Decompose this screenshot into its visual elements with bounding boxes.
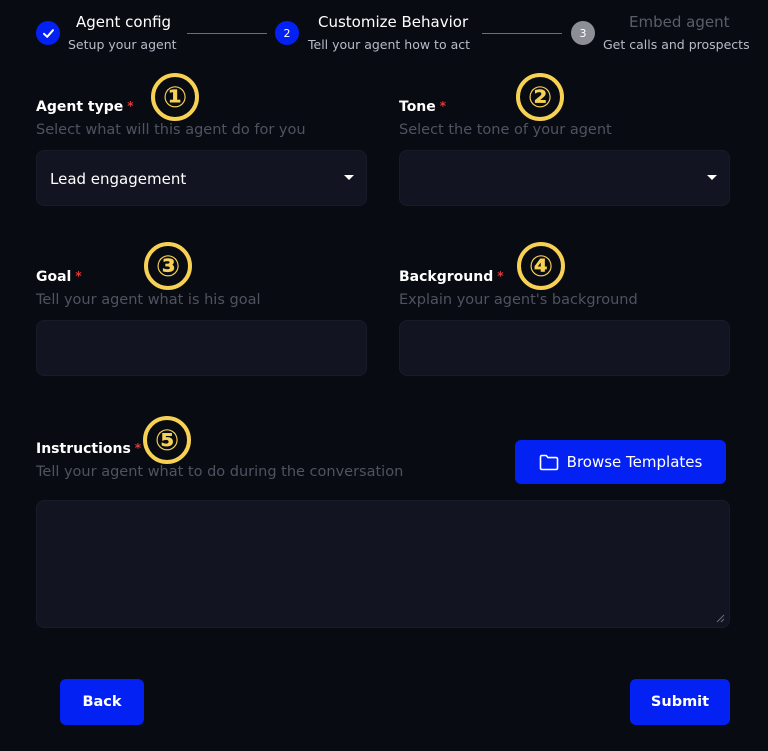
- resize-handle-icon[interactable]: [716, 614, 725, 623]
- step-3-number[interactable]: 3: [571, 21, 595, 45]
- step-1-subtitle: Setup your agent: [68, 37, 177, 52]
- tone-hint: Select the tone of your agent: [399, 122, 612, 138]
- goal-hint: Tell your agent what is his goal: [36, 292, 261, 308]
- agent-type-selected-value: Lead engagement: [50, 170, 187, 188]
- annotation-3: ③: [144, 242, 192, 290]
- annotation-5: ⑤: [143, 416, 191, 464]
- required-mark: *: [497, 269, 504, 283]
- step-2-subtitle: Tell your agent how to act: [308, 37, 471, 52]
- annotation-4: ④: [517, 242, 565, 290]
- instructions-label: Instructions *: [36, 441, 142, 457]
- step-1-complete-icon[interactable]: [36, 21, 60, 45]
- step-2-title: Customize Behavior: [318, 13, 469, 31]
- annotation-1: ①: [151, 73, 199, 121]
- caret-down-icon: [344, 175, 354, 180]
- agent-type-hint: Select what will this agent do for you: [36, 122, 306, 138]
- step-2-number[interactable]: 2: [275, 21, 299, 45]
- instructions-textarea[interactable]: [36, 500, 730, 628]
- step-1-title: Agent config: [76, 13, 172, 31]
- background-label: Background *: [399, 269, 504, 285]
- annotation-2: ②: [516, 73, 564, 121]
- tone-select[interactable]: [399, 150, 730, 206]
- agent-type-select[interactable]: Lead engagement: [36, 150, 367, 206]
- required-mark: *: [75, 269, 82, 283]
- required-mark: *: [134, 441, 142, 455]
- browse-templates-button[interactable]: Browse Templates: [515, 440, 726, 484]
- instructions-hint: Tell your agent what to do during the co…: [36, 464, 404, 480]
- checkmark-icon: [42, 28, 54, 38]
- agent-type-label: Agent type *: [36, 99, 134, 115]
- required-mark: *: [439, 99, 447, 113]
- tone-label: Tone *: [399, 99, 447, 115]
- goal-label: Goal *: [36, 269, 82, 285]
- goal-input[interactable]: [36, 320, 367, 376]
- background-hint: Explain your agent's background: [399, 292, 638, 308]
- browse-templates-label: Browse Templates: [566, 453, 703, 471]
- step-3-subtitle: Get calls and prospects: [603, 37, 750, 52]
- folder-icon: [539, 454, 558, 470]
- background-input[interactable]: [399, 320, 730, 376]
- caret-down-icon: [707, 175, 717, 180]
- step-connector-2: [482, 33, 562, 34]
- step-connector-1: [187, 33, 267, 34]
- required-mark: *: [127, 99, 134, 113]
- step-3-title: Embed agent: [629, 13, 730, 31]
- submit-button[interactable]: Submit: [630, 679, 730, 725]
- back-button[interactable]: Back: [60, 679, 144, 725]
